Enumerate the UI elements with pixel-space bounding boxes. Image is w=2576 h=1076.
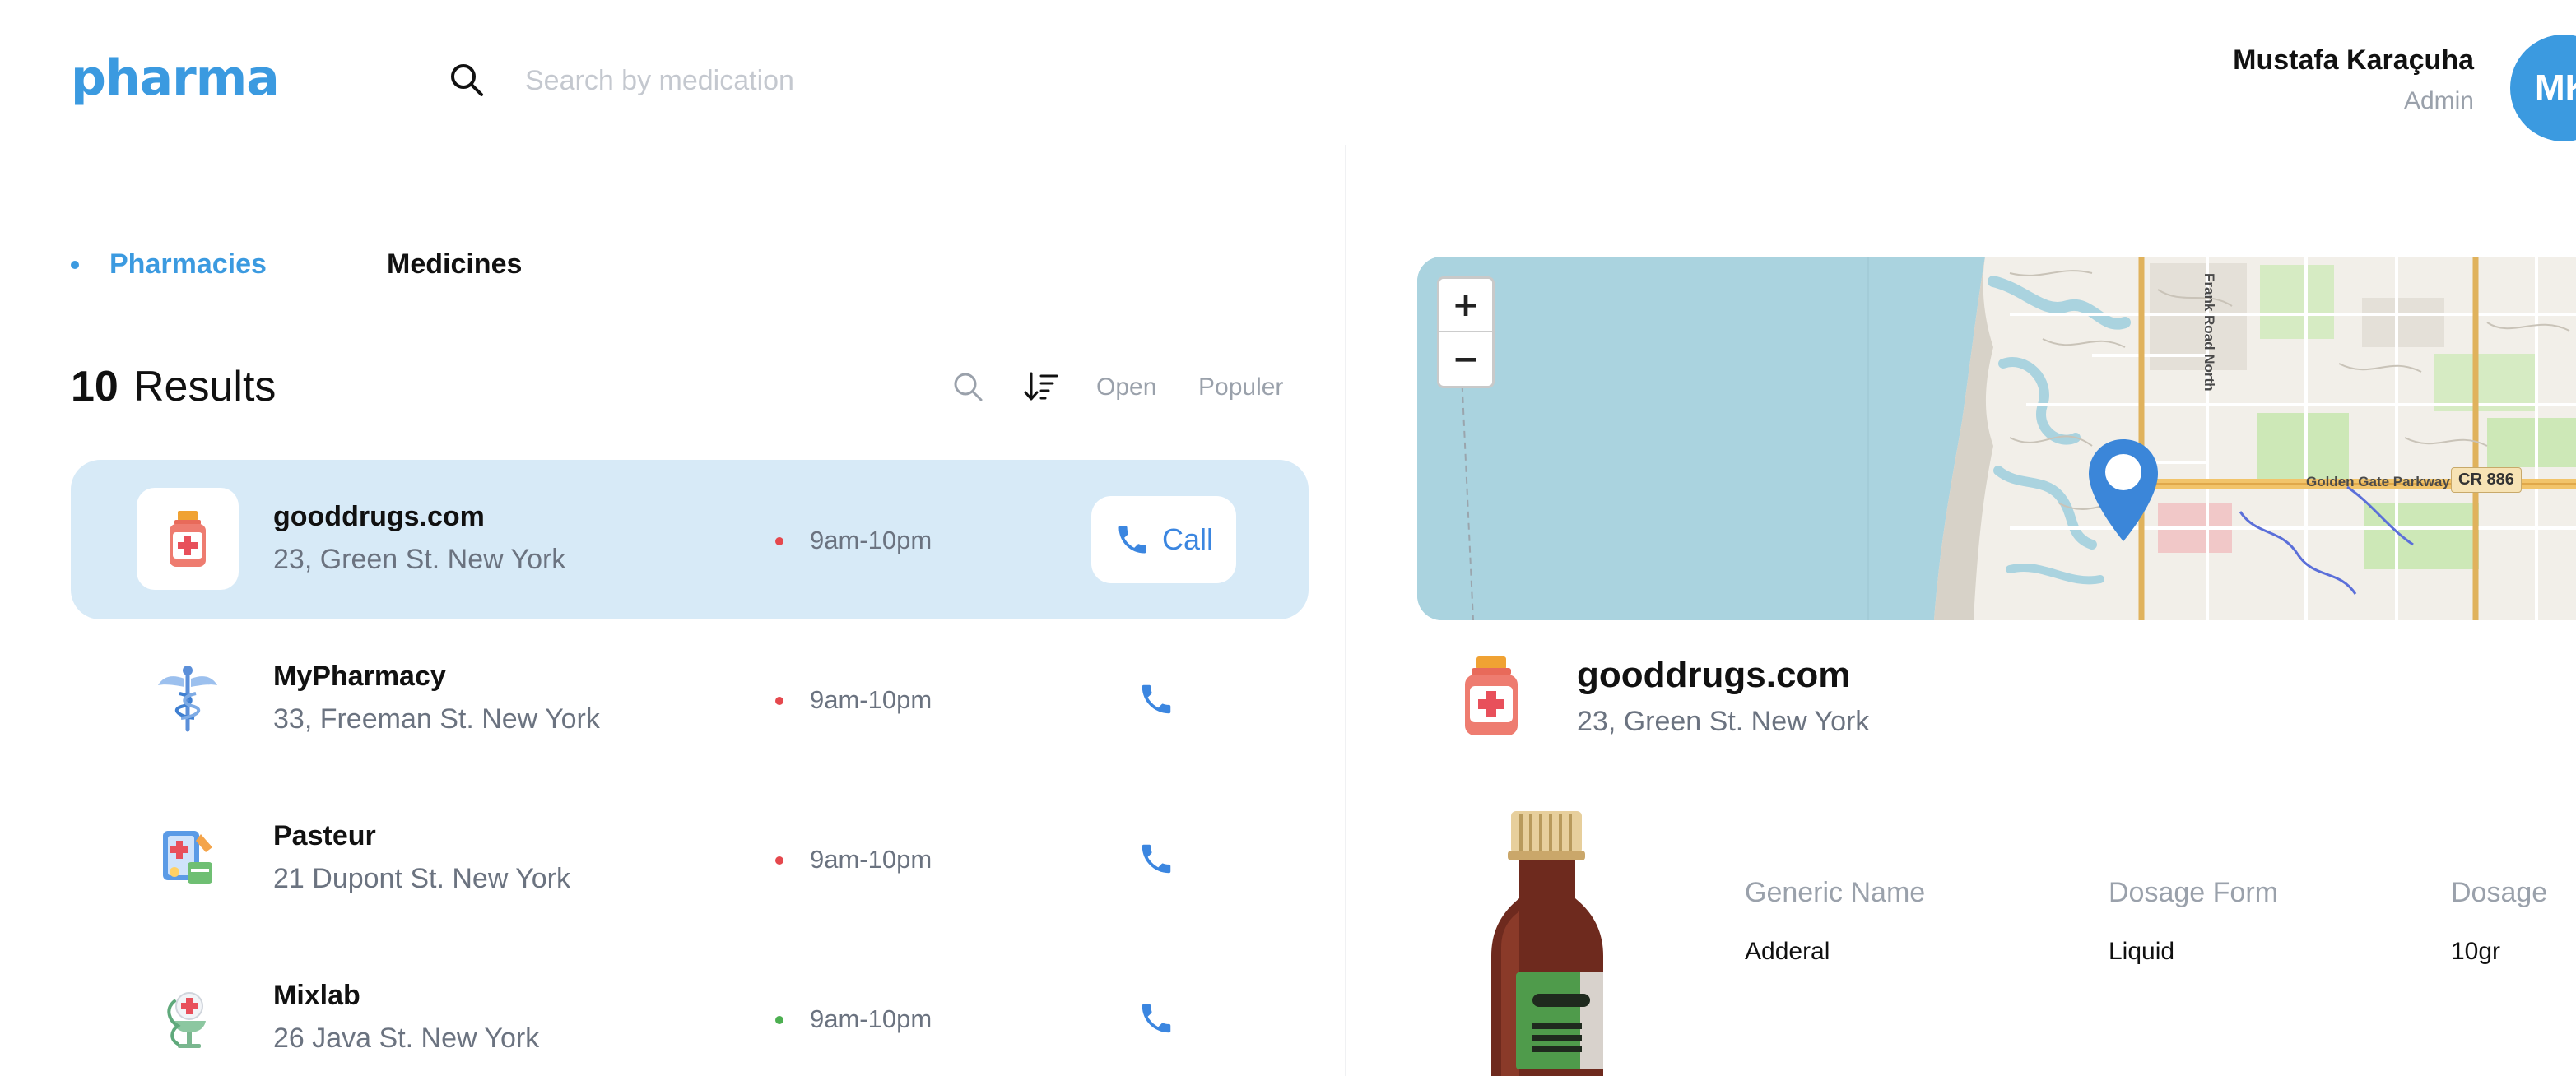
pharmacy-hours: 9am-10pm bbox=[810, 845, 932, 874]
pharmacy-address: 21 Dupont St. New York bbox=[273, 863, 571, 894]
value-dosage-form: Liquid bbox=[2109, 938, 2175, 965]
bowl-of-hygieia-icon bbox=[167, 992, 206, 1048]
detail-pharmacy-name: gooddrugs.com bbox=[1577, 655, 1851, 695]
pharmacy-address: 33, Freeman St. New York bbox=[273, 703, 600, 735]
value-generic-name: Adderal bbox=[1745, 938, 1830, 965]
results-count: 10 bbox=[71, 363, 119, 410]
search-icon[interactable] bbox=[448, 61, 486, 99]
pharmacy-logo-box bbox=[137, 807, 239, 909]
app-root: pharma Mustafa Karaçuha Admin MK Pharmac… bbox=[0, 0, 2576, 1076]
pharmacy-logo-box bbox=[137, 488, 239, 590]
pharmacy-kit-icon bbox=[163, 831, 212, 884]
phone-icon[interactable] bbox=[1137, 680, 1175, 718]
pharmacy-name: gooddrugs.com bbox=[273, 501, 485, 532]
medicine-bottle-icon bbox=[1465, 656, 1518, 735]
map-label-frank-road: Frank Road North bbox=[2202, 273, 2217, 392]
pharmacy-row-pasteur[interactable]: Pasteur 21 Dupont St. New York 9am-10pm bbox=[71, 779, 1309, 939]
call-label: Call bbox=[1161, 522, 1213, 556]
phone-icon[interactable] bbox=[1137, 840, 1175, 878]
detail-pharmacy-address: 23, Green St. New York bbox=[1577, 706, 1870, 737]
pharmacy-address: 26 Java St. New York bbox=[273, 1023, 540, 1054]
pharmacy-hours: 9am-10pm bbox=[810, 526, 932, 554]
medicine-bottle-image bbox=[1491, 811, 1603, 1076]
map-label-cr886: CR 886 bbox=[2451, 467, 2522, 493]
avatar[interactable]: MK bbox=[2510, 35, 2576, 141]
pharmacy-hours: 9am-10pm bbox=[810, 1004, 932, 1033]
pharmacy-name: Pasteur bbox=[273, 820, 376, 851]
pharmacy-logo-box bbox=[137, 967, 239, 1069]
user-name: Mustafa Karaçuha bbox=[2233, 44, 2474, 76]
header-dosage-form: Dosage Form bbox=[2109, 877, 2278, 908]
pharmacy-address: 23, Green St. New York bbox=[273, 544, 566, 575]
app-logo[interactable]: pharma bbox=[71, 49, 280, 107]
pharmacy-logo-box bbox=[137, 647, 239, 749]
pharmacy-name: MyPharmacy bbox=[273, 661, 446, 692]
caduceus-icon bbox=[158, 666, 217, 732]
active-tab-indicator bbox=[71, 261, 79, 269]
search-input[interactable] bbox=[525, 58, 1151, 104]
location-pin-icon[interactable] bbox=[2084, 436, 2163, 545]
sort-icon[interactable] bbox=[1024, 370, 1058, 403]
zoom-out-button[interactable]: − bbox=[1439, 332, 1492, 386]
avatar-initials: MK bbox=[2535, 67, 2576, 108]
tab-medicines[interactable]: Medicines bbox=[387, 248, 522, 281]
filter-popular[interactable]: Populer bbox=[1198, 373, 1283, 401]
pharmacy-name: Mixlab bbox=[273, 980, 360, 1011]
pharmacy-row-mixlab[interactable]: Mixlab 26 Java St. New York 9am-10pm bbox=[71, 939, 1309, 1076]
status-dot-closed bbox=[775, 697, 783, 705]
status-dot-closed bbox=[775, 537, 783, 545]
status-dot-closed bbox=[775, 856, 783, 865]
zoom-control: + − bbox=[1437, 276, 1495, 388]
header-dosage: Dosage bbox=[2451, 877, 2548, 908]
value-dosage: 10gr bbox=[2451, 938, 2501, 965]
tab-pharmacies[interactable]: Pharmacies bbox=[109, 248, 267, 281]
map-label-golden-gate: Golden Gate Parkway bbox=[2306, 474, 2450, 489]
status-dot-open bbox=[775, 1016, 783, 1024]
phone-icon bbox=[1118, 526, 1146, 554]
results-label: Results bbox=[133, 363, 277, 410]
map-view[interactable]: Frank Road North Golden Gate Parkway CR … bbox=[1417, 257, 2576, 620]
header-generic-name: Generic Name bbox=[1745, 877, 1926, 908]
map-tiles bbox=[1417, 257, 2576, 620]
phone-icon[interactable] bbox=[1137, 999, 1175, 1037]
medicine-bottle-icon bbox=[170, 511, 206, 567]
pharmacy-row-gooddrugs[interactable]: gooddrugs.com 23, Green St. New York 9am… bbox=[71, 460, 1309, 619]
filter-open[interactable]: Open bbox=[1096, 373, 1156, 401]
call-button[interactable]: Call bbox=[1091, 496, 1236, 583]
pharmacy-hours: 9am-10pm bbox=[810, 685, 932, 714]
panel-divider bbox=[1345, 145, 1346, 1076]
user-role: Admin bbox=[2403, 87, 2474, 114]
zoom-in-button[interactable]: + bbox=[1439, 279, 1492, 332]
filter-search-icon[interactable] bbox=[951, 370, 984, 403]
pharmacy-row-mypharmacy[interactable]: MyPharmacy 33, Freeman St. New York 9am-… bbox=[71, 619, 1309, 779]
